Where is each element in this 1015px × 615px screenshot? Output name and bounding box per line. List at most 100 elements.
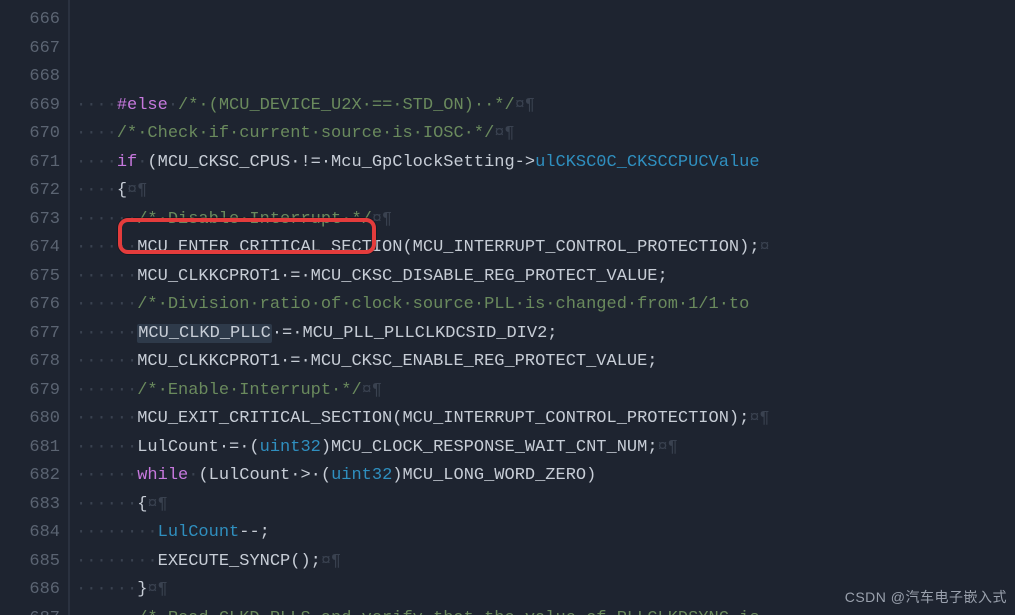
code-token: /*·Enable·Interrupt·*/ <box>137 381 361 400</box>
line-number: 667 <box>0 35 68 64</box>
code-area[interactable]: ····#else·/*·(MCU_DEVICE_U2X·==·STD_ON)·… <box>70 0 1015 615</box>
code-token: } <box>137 580 147 599</box>
line-number: 687 <box>0 605 68 615</box>
code-token: { <box>117 181 127 200</box>
code-line[interactable]: ······/*·Enable·Interrupt·*/¤¶ <box>76 377 1015 406</box>
code-line[interactable]: ······/*·Division·ratio·of·clock·source·… <box>76 291 1015 320</box>
indent-dots: ···· <box>76 153 117 172</box>
indent-dots: ······ <box>76 609 137 615</box>
code-line[interactable]: ······LulCount·=·(uint32)MCU_CLOCK_RESPO… <box>76 434 1015 463</box>
code-token: /*·(MCU_DEVICE_U2X·==·STD_ON)··*/ <box>178 96 515 115</box>
code-token: MCU_CLKD_PLLC <box>137 324 272 343</box>
line-number: 681 <box>0 434 68 463</box>
line-number: 686 <box>0 576 68 605</box>
code-token: LulCount <box>158 523 240 542</box>
line-number: 676 <box>0 291 68 320</box>
code-line[interactable]: ····if·(MCU_CKSC_CPUS·!=·Mcu_GpClockSett… <box>76 149 1015 178</box>
code-line[interactable]: ······/*·Disable·Interrupt·*/¤¶ <box>76 206 1015 235</box>
code-line[interactable]: ······MCU_ENTER_CRITICAL_SECTION(MCU_INT… <box>76 234 1015 263</box>
code-token: · <box>168 96 178 115</box>
code-token: ¤¶ <box>658 438 678 457</box>
code-token: )MCU_LONG_WORD_ZERO) <box>392 466 596 485</box>
line-number: 680 <box>0 405 68 434</box>
line-number: 670 <box>0 120 68 149</box>
code-token: if <box>117 153 137 172</box>
code-token: ulCKSC0C_CKSCCPUCValue <box>535 153 759 172</box>
indent-dots: ···· <box>76 181 117 200</box>
indent-dots: ······ <box>76 210 137 229</box>
indent-dots: ······ <box>76 238 137 257</box>
code-token: /*·Read·CLKD_PLLS·and·verify·that·the·va… <box>137 609 759 615</box>
code-token: /*·Division·ratio·of·clock·source·PLL·is… <box>137 295 749 314</box>
indent-dots: ······ <box>76 580 137 599</box>
code-token: uint32 <box>331 466 392 485</box>
indent-dots: ······ <box>76 324 137 343</box>
code-token: ¤ <box>760 238 770 257</box>
code-token: /*·Disable·Interrupt·*/ <box>137 210 372 229</box>
indent-dots: ········ <box>76 552 158 571</box>
line-number: 668 <box>0 63 68 92</box>
code-line[interactable]: ······MCU_CLKKCPROT1·=·MCU_CKSC_DISABLE_… <box>76 263 1015 292</box>
line-number: 674 <box>0 234 68 263</box>
code-line[interactable]: ······{¤¶ <box>76 491 1015 520</box>
indent-dots: ······ <box>76 295 137 314</box>
code-line[interactable]: ········EXECUTE_SYNCP();¤¶ <box>76 548 1015 577</box>
line-number: 683 <box>0 491 68 520</box>
code-token: ·=·MCU_PLL_PLLCLKDCSID_DIV2; <box>272 324 558 343</box>
code-token: ¤¶ <box>127 181 147 200</box>
code-line[interactable]: ······MCU_CLKD_PLLC·=·MCU_PLL_PLLCLKDCSI… <box>76 320 1015 349</box>
line-number: 684 <box>0 519 68 548</box>
indent-dots: ······ <box>76 409 137 428</box>
code-token: (LulCount·>·( <box>198 466 331 485</box>
line-number: 675 <box>0 263 68 292</box>
code-token: ¤¶ <box>147 495 167 514</box>
code-token: · <box>188 466 198 485</box>
line-number: 685 <box>0 548 68 577</box>
code-token: while <box>137 466 188 485</box>
indent-dots: ······ <box>76 466 137 485</box>
code-token: · <box>137 153 147 172</box>
code-token: ¤¶ <box>749 409 769 428</box>
indent-dots: ······ <box>76 267 137 286</box>
line-number: 671 <box>0 149 68 178</box>
code-line[interactable]: ······MCU_EXIT_CRITICAL_SECTION(MCU_INTE… <box>76 405 1015 434</box>
code-line[interactable]: ······MCU_CLKKCPROT1·=·MCU_CKSC_ENABLE_R… <box>76 348 1015 377</box>
line-number: 677 <box>0 320 68 349</box>
code-editor[interactable]: 6666676686696706716726736746756766776786… <box>0 0 1015 615</box>
code-token: /*·Check·if·current·source·is·IOSC·*/ <box>117 124 494 143</box>
code-line[interactable]: ····/*·Check·if·current·source·is·IOSC·*… <box>76 120 1015 149</box>
line-number: 669 <box>0 92 68 121</box>
indent-dots: ······ <box>76 438 137 457</box>
code-token: ¤¶ <box>321 552 341 571</box>
indent-dots: ········ <box>76 523 158 542</box>
indent-dots: ···· <box>76 96 117 115</box>
code-token: ¤¶ <box>362 381 382 400</box>
code-token: #else <box>117 96 168 115</box>
code-token: --; <box>239 523 270 542</box>
code-token: ¤¶ <box>147 580 167 599</box>
code-line[interactable]: ····#else·/*·(MCU_DEVICE_U2X·==·STD_ON)·… <box>76 92 1015 121</box>
line-number: 682 <box>0 462 68 491</box>
line-number: 678 <box>0 348 68 377</box>
code-token: (MCU_CKSC_CPUS·!=·Mcu_GpClockSetting-> <box>147 153 535 172</box>
watermark-text: CSDN @汽车电子嵌入式 <box>845 583 1007 612</box>
code-token: )MCU_CLOCK_RESPONSE_WAIT_CNT_NUM; <box>321 438 658 457</box>
code-token: MCU_CLKKCPROT1·=·MCU_CKSC_ENABLE_REG_PRO… <box>137 352 657 371</box>
code-token: ¤¶ <box>515 96 535 115</box>
line-number: 679 <box>0 377 68 406</box>
line-number-gutter: 6666676686696706716726736746756766776786… <box>0 0 68 615</box>
code-token: { <box>137 495 147 514</box>
code-token: MCU_ENTER_CRITICAL_SECTION(MCU_INTERRUPT… <box>137 238 759 257</box>
line-number: 672 <box>0 177 68 206</box>
line-number: 666 <box>0 6 68 35</box>
code-line[interactable]: ····{¤¶ <box>76 177 1015 206</box>
code-token: uint32 <box>260 438 321 457</box>
code-line[interactable]: ······while·(LulCount·>·(uint32)MCU_LONG… <box>76 462 1015 491</box>
code-line[interactable]: ········LulCount--; <box>76 519 1015 548</box>
code-token: ¤¶ <box>494 124 514 143</box>
code-token: EXECUTE_SYNCP(); <box>158 552 321 571</box>
code-token: LulCount·=·( <box>137 438 259 457</box>
indent-dots: ······ <box>76 352 137 371</box>
code-token: MCU_CLKKCPROT1·=·MCU_CKSC_DISABLE_REG_PR… <box>137 267 668 286</box>
indent-dots: ······ <box>76 381 137 400</box>
